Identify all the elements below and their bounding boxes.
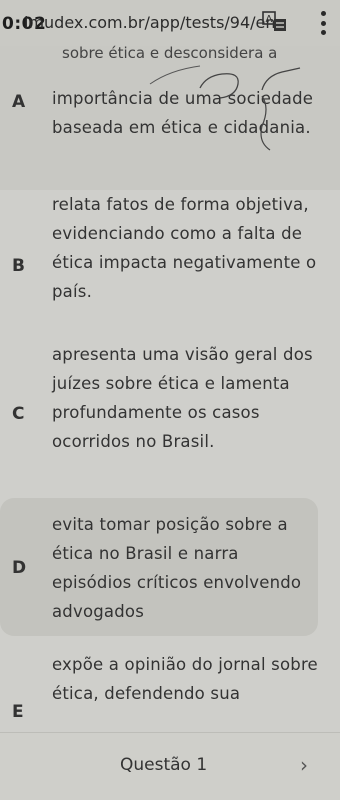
option-letter-d: D	[12, 558, 27, 578]
translate-icon[interactable]: A	[262, 10, 288, 34]
question-navigation-bar: Questão 1 ›	[0, 732, 340, 800]
url-text[interactable]: imudex.com.br/app/tests/94/ens	[24, 13, 284, 32]
answer-option-d[interactable]: D evita tomar posição sobre a ética no B…	[0, 498, 318, 636]
answer-option-a[interactable]: sobre ética e desconsidera a A importânc…	[0, 44, 340, 190]
chevron-right-icon[interactable]: ›	[300, 753, 308, 777]
option-e-text: expõe a opinião do jornal sobre ética, d…	[52, 655, 318, 703]
option-d-text: evita tomar posição sobre a ética no Bra…	[52, 515, 302, 621]
option-letter-e: E	[12, 702, 24, 722]
option-letter-c: C	[12, 404, 25, 424]
browser-address-bar[interactable]: 0:02 imudex.com.br/app/tests/94/ens A	[0, 0, 340, 46]
answer-option-e[interactable]: E expõe a opinião do jornal sobre ética,…	[0, 640, 340, 730]
option-a-partial-text: sobre ética e desconsidera a	[62, 44, 278, 62]
svg-text:A: A	[266, 14, 273, 25]
answer-option-b[interactable]: B relata fatos de forma objetiva, eviden…	[0, 190, 340, 334]
answer-option-c[interactable]: C apresenta uma visão geral dos juízes s…	[0, 338, 340, 490]
option-a-text: importância de uma sociedade baseada em …	[52, 89, 314, 137]
option-c-text: apresenta uma visão geral dos juízes sob…	[52, 345, 313, 451]
question-label[interactable]: Questão 1	[120, 755, 207, 775]
option-b-text: relata fatos de forma objetiva, evidenci…	[52, 195, 317, 301]
option-letter-b: B	[12, 256, 25, 276]
option-letter-a: A	[12, 92, 26, 112]
more-options-icon[interactable]	[318, 11, 328, 35]
